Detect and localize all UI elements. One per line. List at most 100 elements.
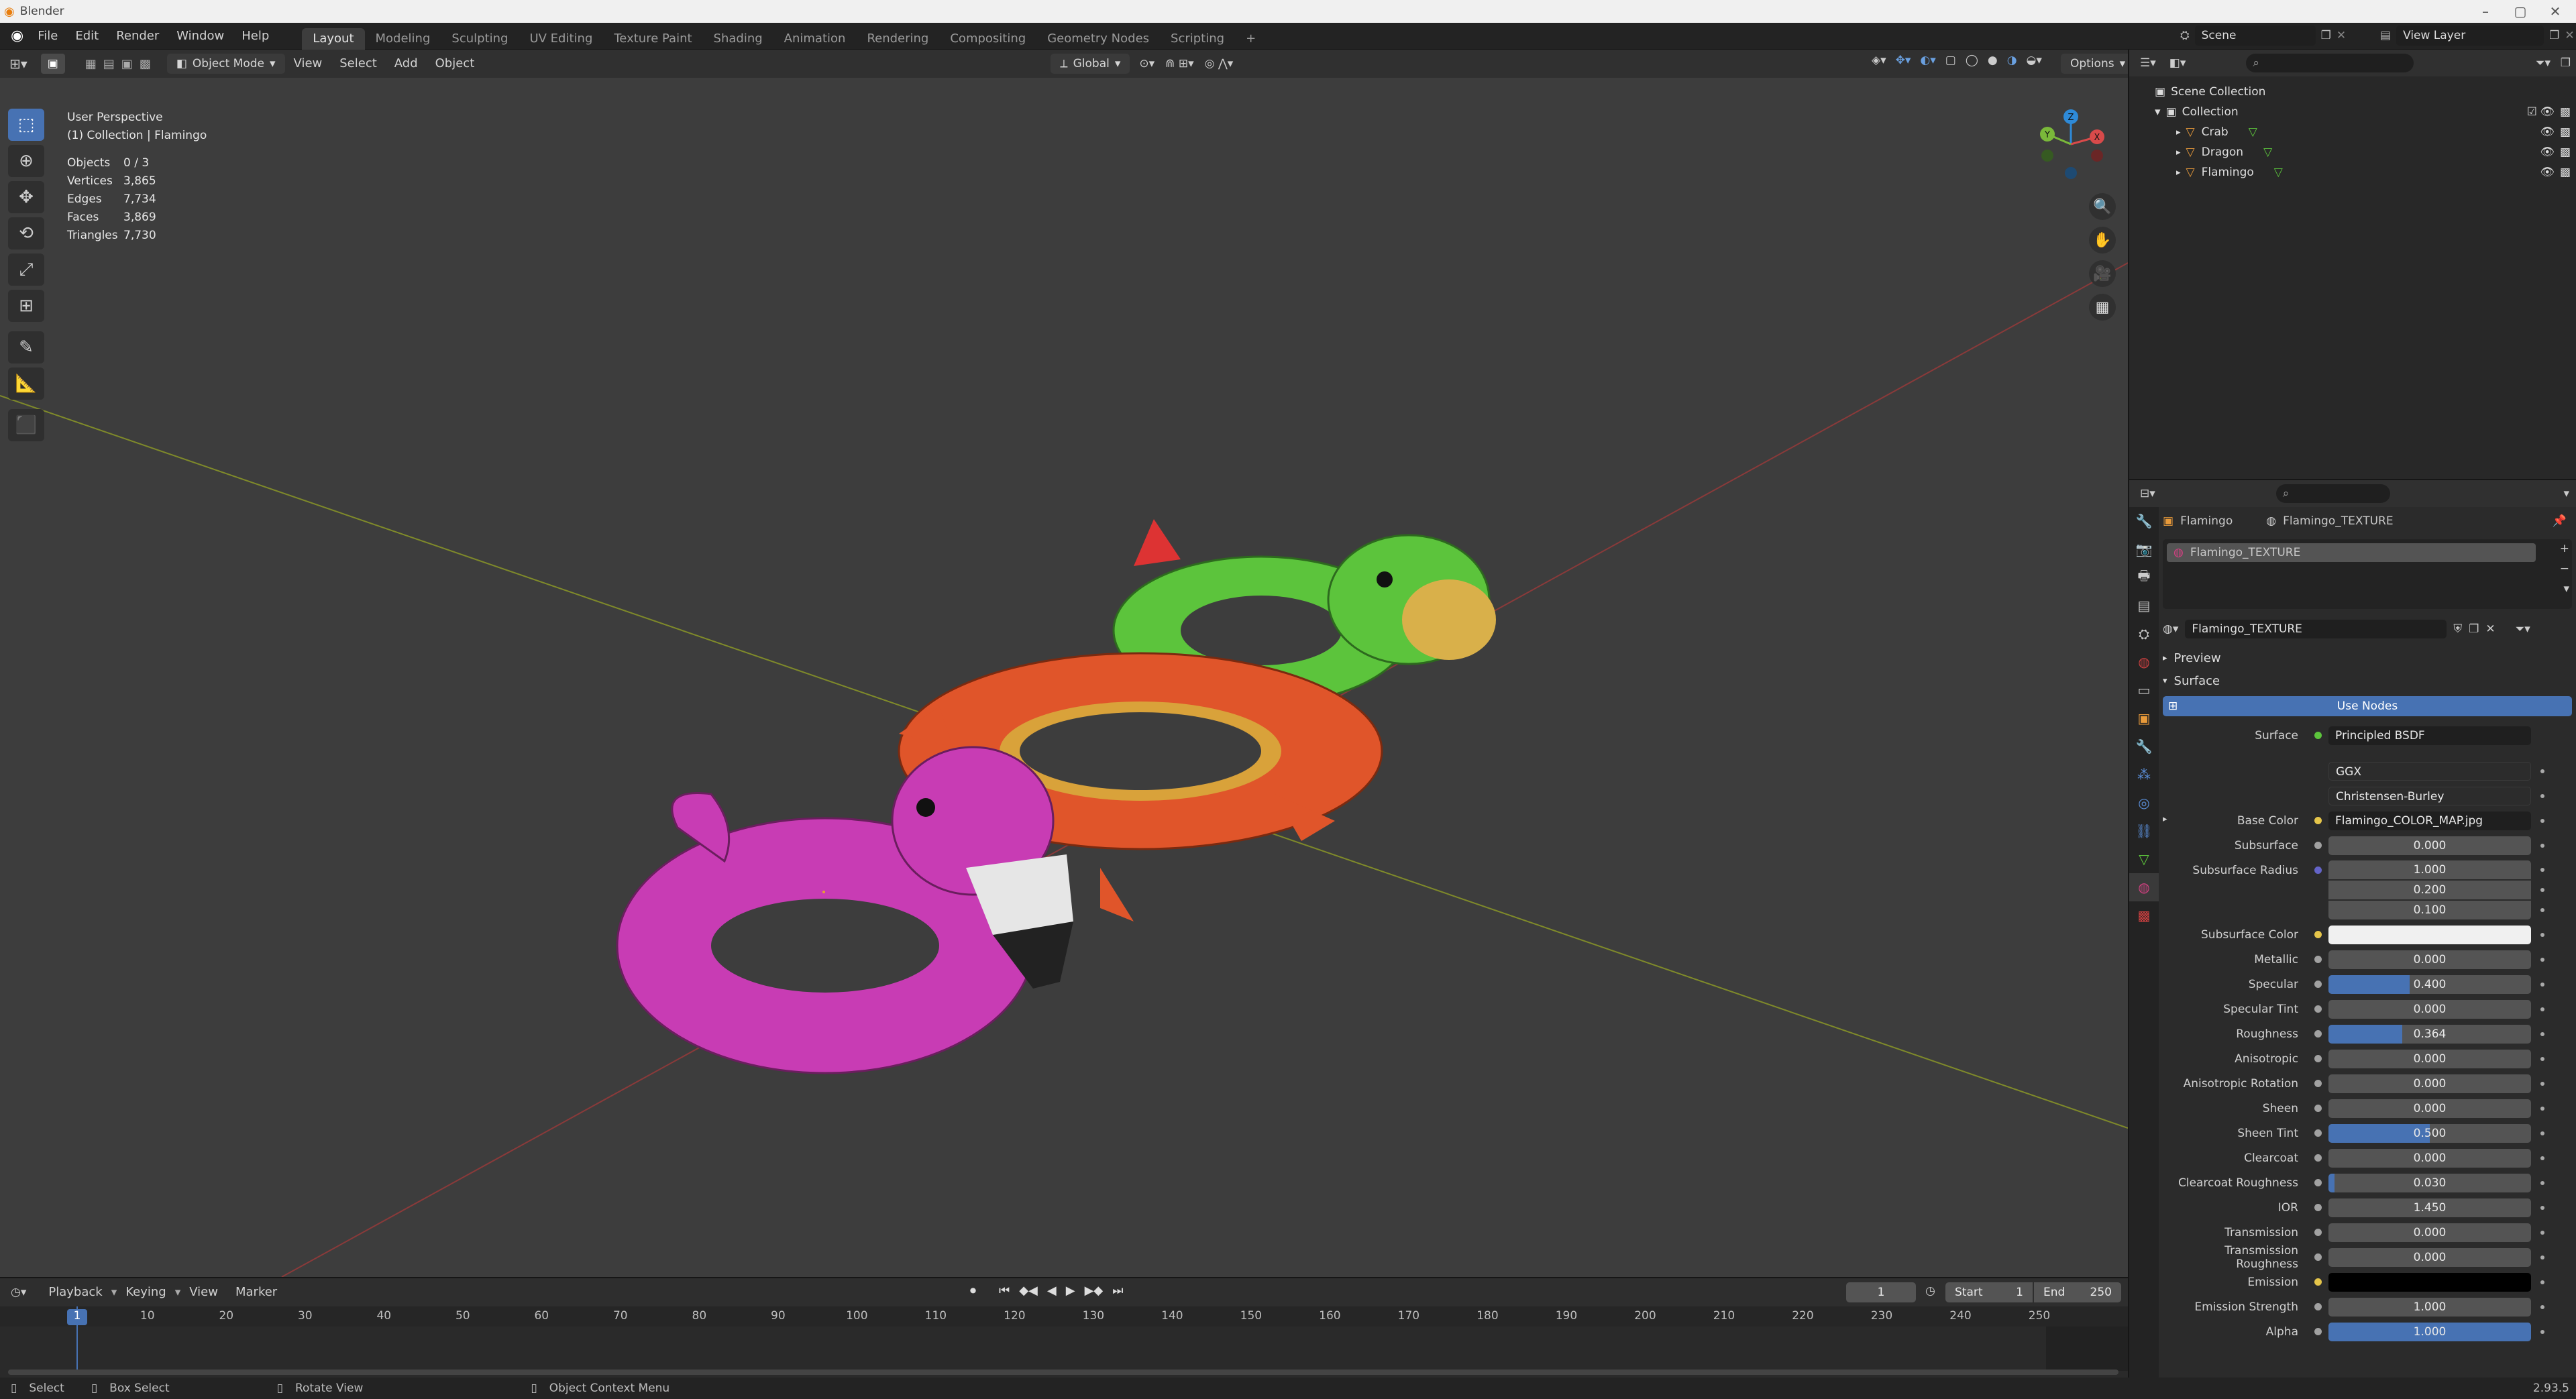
keyframe-dot-icon[interactable] (2540, 1230, 2544, 1235)
tab-shading[interactable]: Shading (703, 28, 773, 50)
keyframe-dot-icon[interactable] (2540, 1131, 2544, 1135)
remove-scene-icon[interactable]: ✕ (2337, 29, 2346, 42)
select-box-tool-icon[interactable]: ⬚ (8, 109, 44, 141)
particles-tab-icon[interactable]: ⁂ (2129, 761, 2159, 789)
tab-rendering[interactable]: Rendering (856, 28, 939, 50)
outliner[interactable]: ☰▾ ◧▾ ⌕ ⏷▾ ❐ ▣ Scene Collection ▾ ▣ Coll… (2129, 50, 2576, 479)
copy-view-layer-icon[interactable]: ❐ (2549, 29, 2559, 42)
eye-icon[interactable]: 👁 (2540, 105, 2555, 119)
tab-scripting[interactable]: Scripting (1160, 28, 1235, 50)
duplicate-material-icon[interactable]: ❐ (2469, 622, 2479, 636)
world-tab-icon[interactable]: ◍ (2129, 648, 2159, 676)
param-slider[interactable]: 0.000 (2328, 1099, 2531, 1118)
outliner-item-dragon[interactable]: ▸ ▽ Dragon ▽ 👁 ▩ (2129, 142, 2576, 162)
solid-shading-icon[interactable]: ● (1988, 54, 1998, 67)
keyframe-dot-icon[interactable] (2540, 1156, 2544, 1160)
alpha-slider[interactable]: 1.000 (2328, 1322, 2531, 1341)
filter-icon[interactable]: ⏷▾ (2536, 56, 2551, 70)
tab-animation[interactable]: Animation (773, 28, 857, 50)
param-slider[interactable]: 0.000 (2328, 1148, 2531, 1168)
view-layer-field[interactable]: View Layer (2396, 25, 2544, 46)
menu-help[interactable]: Help (233, 23, 278, 50)
scene-selector[interactable]: ⛭ Scene ❐ ✕ (2180, 25, 2346, 46)
slot-menu-icon[interactable]: ▾ (2563, 582, 2569, 596)
expand-arrow-icon[interactable]: ▸ (2176, 127, 2181, 137)
keyframe-dot-icon[interactable] (2540, 1180, 2544, 1185)
keyframe-dot-icon[interactable] (2540, 1304, 2544, 1309)
record-icon[interactable]: ⏺ (970, 1284, 976, 1298)
outliner-item-crab[interactable]: ▸ ▽ Crab ▽ 👁 ▩ (2129, 122, 2576, 142)
expand-arrow-icon[interactable]: ▸ (2176, 168, 2181, 178)
pivot-icon[interactable]: ⊙▾ (1139, 57, 1155, 70)
emission-strength-field[interactable]: 1.000 (2328, 1297, 2531, 1317)
distribution-dropdown[interactable]: GGX (2328, 761, 2531, 781)
xray-icon[interactable]: ▢ (1945, 54, 1956, 67)
select-mode-icons[interactable]: ▦▤▣▩ (85, 57, 158, 71)
keyframe-dot-icon[interactable] (2540, 1205, 2544, 1210)
ortho-grid-icon[interactable]: ▦ (2089, 294, 2116, 321)
keyframe-dot-icon[interactable] (2540, 1007, 2544, 1011)
material-name-field[interactable]: Flamingo_TEXTURE (2185, 620, 2447, 638)
keyframe-dot-icon[interactable] (2540, 793, 2544, 798)
material-tab-icon[interactable]: ◍ (2129, 873, 2159, 901)
properties-editor-type-icon[interactable]: ⊟▾ (2140, 487, 2155, 500)
preview-section-header[interactable]: ▸ Preview (2163, 647, 2572, 669)
rotate-tool-icon[interactable]: ⟲ (8, 217, 44, 249)
expand-arrow-icon[interactable]: ▾ (2155, 105, 2161, 119)
outliner-collection[interactable]: ▾ ▣ Collection ☑ 👁 ▩ (2129, 102, 2576, 122)
radius-y-field[interactable]: 0.200 (2328, 881, 2531, 899)
radius-z-field[interactable]: 0.100 (2328, 901, 2531, 919)
timeline-menu-keying[interactable]: Keying (117, 1279, 174, 1306)
tab-texture-paint[interactable]: Texture Paint (603, 28, 702, 50)
modifier-tab-icon[interactable]: 🔧 (2129, 732, 2159, 761)
timeline-scrollbar[interactable] (8, 1369, 2118, 1375)
viewport-menu-view[interactable]: View (285, 50, 331, 77)
subsurface-color-swatch[interactable] (2328, 925, 2531, 944)
3d-viewport[interactable]: ⊞▾ ▣ ▦▤▣▩ ◧ Object Mode ▾ View Select Ad… (0, 50, 2128, 1277)
camera-icon[interactable]: ▩ (2560, 166, 2571, 179)
keyframe-dot-icon[interactable] (2540, 1031, 2544, 1036)
outliner-scene-collection[interactable]: ▣ Scene Collection (2129, 82, 2576, 102)
eye-icon[interactable]: 👁 (2540, 125, 2555, 139)
timeline-editor-type-icon[interactable]: ◷▾ (11, 1286, 26, 1299)
timeline-menu-playback[interactable]: Playback (40, 1279, 111, 1306)
param-slider[interactable]: 0.400 (2328, 974, 2531, 994)
camera-icon[interactable]: ▩ (2560, 105, 2571, 119)
frame-ruler[interactable]: 10 20 30 40 50 60 70 80 90 100 110 120 130 140 150 160 1… (0, 1306, 2128, 1327)
outliner-item-flamingo[interactable]: ▸ ▽ Flamingo ▽ 👁 ▩ (2129, 162, 2576, 182)
param-slider[interactable]: 0.000 (2328, 950, 2531, 969)
remove-slot-icon[interactable]: − (2560, 562, 2569, 575)
browse-material-icon[interactable]: ◍▾ (2163, 622, 2178, 636)
view-layer-selector[interactable]: ▤ View Layer ❐ ✕ (2380, 25, 2575, 46)
param-slider[interactable]: 0.000 (2328, 1223, 2531, 1242)
param-slider[interactable]: 0.000 (2328, 1247, 2531, 1267)
transform-tool-icon[interactable]: ⊞ (8, 290, 44, 322)
next-keyframe-icon[interactable]: ▶◆ (1085, 1284, 1104, 1298)
cursor-tool-icon[interactable]: ⊕ (8, 145, 44, 177)
keyframe-dot-icon[interactable] (2540, 908, 2544, 912)
expand-arrow-icon[interactable]: ▸ (2176, 148, 2181, 158)
viewport-menu-object[interactable]: Object (427, 50, 484, 77)
properties-search-input[interactable]: ⌕ (2275, 484, 2390, 503)
physics-tab-icon[interactable]: ◎ (2129, 789, 2159, 817)
outliner-editor-type-icon[interactable]: ☰▾ (2140, 56, 2156, 70)
new-collection-icon[interactable]: ❐ (2561, 56, 2571, 70)
data-tab-icon[interactable]: ▽ (2129, 845, 2159, 873)
add-workspace-icon[interactable]: + (1235, 28, 1267, 50)
object-mode-dropdown[interactable]: ◧ Object Mode ▾ (166, 54, 285, 74)
tool-tab-icon[interactable]: 🔧 (2129, 507, 2159, 535)
constraints-tab-icon[interactable]: ⛓ (2129, 817, 2159, 845)
surface-section-header[interactable]: ▾ Surface (2163, 669, 2572, 692)
editor-type-icon[interactable]: ⊞▾ (9, 56, 28, 72)
snap-icon[interactable]: ⋒ ⊞▾ (1165, 57, 1193, 70)
play-icon[interactable]: ▶ (1066, 1284, 1075, 1298)
keyframe-dot-icon[interactable] (2540, 843, 2544, 848)
keyframe-dot-icon[interactable] (2540, 1255, 2544, 1260)
prev-keyframe-icon[interactable]: ◆◀ (1019, 1284, 1038, 1298)
eye-icon[interactable]: 👁 (2540, 166, 2555, 179)
display-mode-icon[interactable]: ◧▾ (2169, 56, 2186, 70)
texture-tab-icon[interactable]: ▩ (2129, 901, 2159, 930)
camera-view-icon[interactable]: 🎥 (2089, 260, 2116, 287)
timeline-editor[interactable]: ◷▾ Playback ▾ Keying ▾ View Marker ⏺ ⏮ ◆… (0, 1277, 2128, 1378)
blender-menu-icon[interactable]: ◉ (11, 27, 23, 44)
